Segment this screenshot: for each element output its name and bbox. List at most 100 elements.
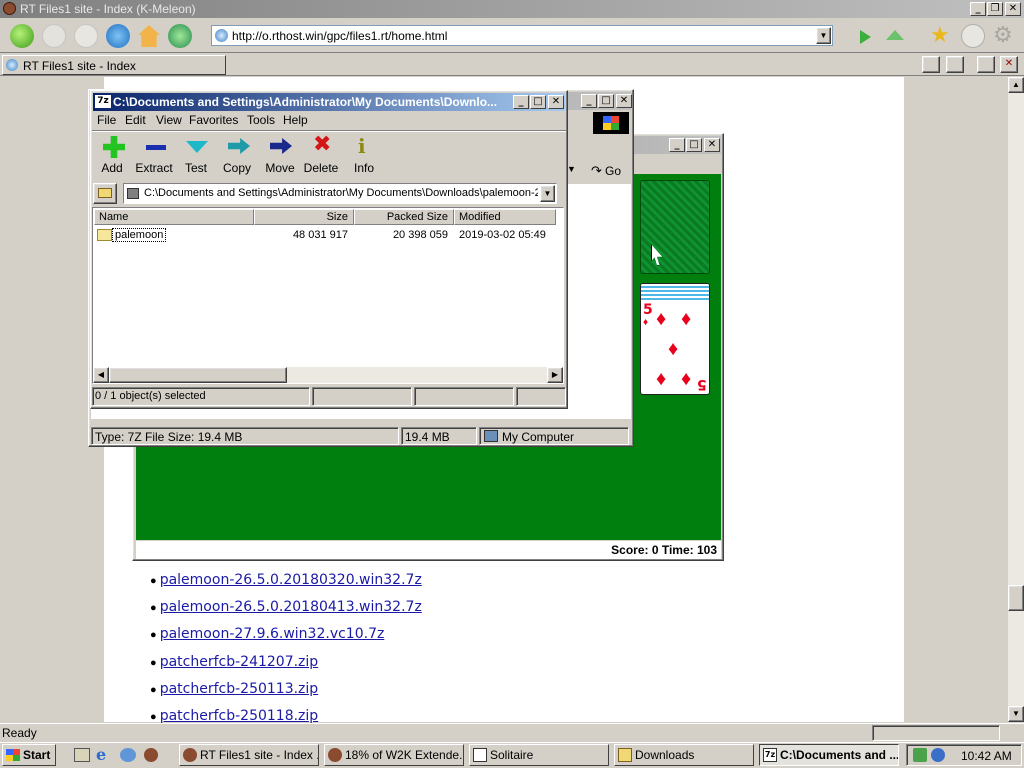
menu-favorites[interactable]: Favorites (189, 113, 238, 127)
move-icon[interactable] (270, 138, 292, 154)
minimize-button[interactable]: _ (581, 94, 597, 108)
maximize-button[interactable]: □ (598, 94, 614, 108)
taskbar-button-download-progress[interactable]: 18% of W2K Extende... (324, 744, 464, 766)
delete-icon[interactable]: ✖ (313, 133, 331, 157)
column-header-packed-size[interactable]: Packed Size (354, 209, 454, 225)
go-button[interactable]: Go (605, 164, 621, 178)
column-header-name[interactable]: Name (94, 209, 254, 225)
tray-globe-icon[interactable] (931, 748, 945, 762)
restore-button[interactable]: ❐ (987, 2, 1003, 16)
go-icon[interactable] (168, 24, 192, 48)
outlook-express-icon[interactable] (120, 748, 136, 762)
scroll-up-button[interactable]: ▲ (1008, 77, 1024, 93)
maximize-button[interactable]: □ (530, 95, 546, 109)
go-arrow-small-icon[interactable]: ↷ (591, 163, 602, 179)
file-list-hscrollbar[interactable]: ◀ ▶ (93, 367, 563, 383)
browser-titlebar[interactable]: RT Files1 site - Index (K-Meleon) _ ❐ ✕ (0, 0, 1024, 18)
add-icon[interactable] (103, 136, 125, 158)
path-dropdown-button[interactable]: ▼ (540, 185, 555, 202)
bookmarks-star-icon[interactable]: ★ (930, 24, 950, 46)
download-link[interactable]: patcherfcb-241207.zip (160, 654, 318, 670)
taskbar-button-sevenzip[interactable]: 7z C:\Documents and ... (759, 744, 899, 766)
scroll-thumb[interactable] (1008, 585, 1024, 611)
show-desktop-icon[interactable] (74, 748, 90, 762)
download-link[interactable]: patcherfcb-250118.zip (160, 708, 318, 724)
sevenzip-path-combo[interactable]: C:\Documents and Settings\Administrator\… (123, 183, 557, 204)
page-icon (215, 29, 228, 42)
column-header-modified[interactable]: Modified (454, 209, 556, 225)
tab-nav-left-icon[interactable] (922, 56, 940, 73)
copy-icon[interactable] (228, 138, 250, 154)
tray-network-icon[interactable] (913, 748, 927, 762)
address-dropdown-icon[interactable]: ▼ (567, 164, 576, 174)
start-button[interactable]: Start (2, 744, 56, 766)
address-dropdown-button[interactable]: ▼ (816, 27, 831, 44)
minimize-button[interactable]: _ (970, 2, 986, 16)
browser-status-text: Ready (2, 726, 37, 740)
menu-edit[interactable]: Edit (125, 113, 146, 127)
taskbar-button-browser[interactable]: RT Files1 site - Index ... (179, 744, 319, 766)
menu-view[interactable]: View (156, 113, 182, 127)
tool-test-label[interactable]: Test (173, 161, 219, 175)
tool-add-label[interactable]: Add (89, 161, 135, 175)
page-scrollbar[interactable]: ▲ ▼ (1008, 77, 1024, 722)
internet-explorer-icon[interactable]: e (96, 746, 106, 764)
tab-rt-files1[interactable]: RT Files1 site - Index (2, 55, 226, 75)
menu-file[interactable]: File (97, 113, 116, 127)
tool-copy-label[interactable]: Copy (214, 161, 260, 175)
playing-card-5-diamonds[interactable]: 5 ♦ ♦ ♦ ♦ ♦ ♦ 5 (640, 283, 710, 395)
taskbar-button-label: Downloads (635, 748, 695, 762)
close-button[interactable]: ✕ (548, 95, 564, 109)
browser-statusbar: Ready (0, 723, 1024, 741)
home-icon[interactable] (138, 25, 160, 47)
history-icon[interactable] (961, 24, 985, 48)
taskbar-button-solitaire[interactable]: Solitaire (469, 744, 609, 766)
sevenzip-titlebar[interactable]: 7z C:\Documents and Settings\Administrat… (93, 93, 565, 111)
tab-page-icon (6, 59, 18, 71)
stop-icon[interactable] (74, 24, 98, 48)
download-link[interactable]: patcherfcb-250113.zip (160, 681, 318, 697)
menu-help[interactable]: Help (283, 113, 308, 127)
close-button[interactable]: ✕ (704, 138, 720, 152)
sevenzip-status-text: 0 / 1 object(s) selected (92, 387, 310, 406)
tool-move-label[interactable]: Move (257, 161, 303, 175)
windows-logo-icon (603, 116, 619, 130)
minimize-button[interactable]: _ (513, 95, 529, 109)
forward-icon[interactable] (42, 24, 66, 48)
download-link[interactable]: palemoon-26.5.0.20180413.win32.7z (160, 599, 422, 615)
stock-pile[interactable] (640, 180, 710, 274)
scroll-down-button[interactable]: ▼ (1008, 706, 1024, 722)
menu-tools[interactable]: Tools (247, 113, 275, 127)
table-row[interactable]: palemoon 48 031 917 20 398 059 2019-03-0… (94, 227, 564, 245)
close-button[interactable]: ✕ (616, 94, 632, 108)
hscroll-thumb[interactable] (109, 367, 287, 383)
close-tab-icon[interactable]: ✕ (1000, 56, 1018, 73)
tab-nav-right-icon[interactable] (946, 56, 964, 73)
close-button[interactable]: ✕ (1005, 2, 1021, 16)
minimize-button[interactable]: _ (669, 138, 685, 152)
column-header-size[interactable]: Size (254, 209, 354, 225)
scroll-left-button[interactable]: ◀ (93, 367, 109, 383)
tool-delete-label[interactable]: Delete (298, 161, 344, 175)
test-icon[interactable] (186, 141, 208, 153)
reload-icon[interactable] (106, 24, 130, 48)
maximize-button[interactable]: □ (686, 138, 702, 152)
download-link[interactable]: palemoon-26.5.0.20180320.win32.7z (160, 572, 422, 588)
up-icon[interactable] (886, 30, 904, 40)
scroll-right-button[interactable]: ▶ (547, 367, 563, 383)
back-icon[interactable] (10, 24, 34, 48)
status-panel (312, 387, 412, 406)
preferences-gear-icon[interactable]: ⚙ (993, 23, 1013, 47)
tool-extract-label[interactable]: Extract (131, 161, 177, 175)
info-icon[interactable]: i (358, 134, 366, 158)
extract-icon[interactable] (146, 145, 166, 150)
folder-up-button[interactable] (93, 183, 117, 204)
address-bar[interactable]: http://o.rthost.win/gpc/files1.rt/home.h… (211, 25, 833, 46)
browser-quicklaunch-icon[interactable] (144, 748, 158, 762)
status-panel (516, 387, 566, 406)
tool-info-label[interactable]: Info (341, 161, 387, 175)
taskbar-button-downloads[interactable]: Downloads (614, 744, 754, 766)
download-link[interactable]: palemoon-27.9.6.win32.vc10.7z (160, 626, 385, 642)
go-arrow-icon[interactable] (860, 30, 871, 44)
new-tab-icon[interactable] (977, 56, 995, 73)
